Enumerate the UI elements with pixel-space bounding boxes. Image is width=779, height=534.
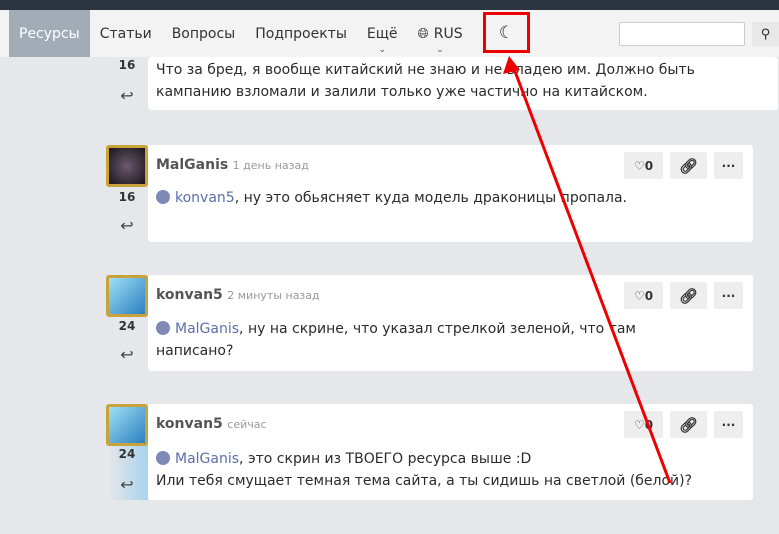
heart-icon: ♡ <box>633 288 645 303</box>
reply-icon[interactable]: ↩ <box>106 475 148 494</box>
globe-icon: 🌐︎ <box>417 25 429 42</box>
nav-resources[interactable]: Ресурсы <box>9 10 90 57</box>
search-button[interactable]: ⚲ <box>752 22 779 46</box>
comment-text: Что за бред, я вообще китайский не знаю … <box>156 62 695 100</box>
like-count: 0 <box>644 417 654 432</box>
reply-icon[interactable]: ↩ <box>106 86 148 105</box>
permalink-button[interactable]: 🔗︎ <box>670 282 707 309</box>
comment: Что за бред, я вообще китайский не знаю … <box>148 57 778 110</box>
comment-text: MalGanis, ну на скрине, что указал стрел… <box>156 318 676 362</box>
like-button[interactable]: ♡ 0 <box>624 152 663 179</box>
avatar[interactable] <box>106 145 148 187</box>
comment: MalGanis 1 день назад ♡ 0 🔗︎ ··· konvan5,… <box>148 145 753 242</box>
chevron-down-icon: ⌄ <box>436 45 444 55</box>
nav-subprojects[interactable]: Подпроекты <box>245 10 357 57</box>
reply-icon[interactable]: ↩ <box>106 216 148 235</box>
heart-icon: ♡ <box>633 417 645 432</box>
browser-top-bar <box>0 0 779 10</box>
comment-text: MalGanis, это скрин из ТВОЕГО ресурса вы… <box>156 448 736 492</box>
more-icon: ··· <box>721 417 736 432</box>
user-icon <box>156 451 170 465</box>
comment-score: 24 <box>118 447 136 461</box>
like-count: 0 <box>644 158 654 173</box>
search-input[interactable] <box>619 22 745 46</box>
theme-toggle-button[interactable]: ☾ <box>483 12 530 53</box>
comment-score: 16 <box>118 58 136 72</box>
more-button[interactable]: ··· <box>714 282 743 309</box>
more-icon: ··· <box>721 288 736 303</box>
permalink-button[interactable]: 🔗︎ <box>670 411 707 438</box>
comment-score: 24 <box>118 319 136 333</box>
avatar[interactable] <box>106 275 148 317</box>
like-count: 0 <box>644 288 654 303</box>
mention-link[interactable]: MalGanis <box>175 451 239 467</box>
like-button[interactable]: ♡ 0 <box>624 282 663 309</box>
comment-body-line2: Или тебя смущает темная тема сайта, а ты… <box>156 473 693 489</box>
comment-time: 2 минуты назад <box>227 289 320 302</box>
mention-link[interactable]: MalGanis <box>175 321 239 337</box>
user-icon <box>156 321 170 335</box>
comment-time: сейчас <box>227 418 267 431</box>
comment-score: 16 <box>118 190 136 204</box>
more-button[interactable]: ··· <box>714 152 743 179</box>
user-icon <box>156 190 170 204</box>
chevron-down-icon: ⌄ <box>378 45 386 55</box>
search-icon: ⚲ <box>760 26 771 42</box>
nav-questions[interactable]: Вопросы <box>162 10 246 57</box>
comment: konvan5 2 минуты назад ♡ 0 🔗︎ ··· MalGani… <box>148 275 753 371</box>
link-icon: 🔗︎ <box>678 286 699 305</box>
nav-language-label: RUS <box>433 25 463 42</box>
comment-text: konvan5, ну это обьясняет куда модель др… <box>156 187 736 209</box>
avatar[interactable] <box>106 404 148 446</box>
comment-author[interactable]: konvan5 <box>156 287 223 303</box>
comment-author[interactable]: MalGanis <box>156 157 228 173</box>
link-icon: 🔗︎ <box>678 156 699 175</box>
nav-more-label: Ещё <box>366 25 398 42</box>
nav-language[interactable]: 🌐︎ RUS ⌄ <box>408 10 473 57</box>
moon-icon: ☾ <box>498 22 515 43</box>
nav-articles[interactable]: Статьи <box>90 10 162 57</box>
comment-body: , ну это обьясняет куда модель драконицы… <box>234 190 627 206</box>
nav-more[interactable]: Ещё ⌄ <box>357 10 408 57</box>
comment-time: 1 день назад <box>232 159 309 172</box>
comment: konvan5 сейчас ♡ 0 🔗︎ ··· MalGanis, это с… <box>148 404 753 500</box>
heart-icon: ♡ <box>633 158 645 173</box>
comment-body: , это скрин из ТВОЕГО ресурса выше :D <box>239 451 532 467</box>
like-button[interactable]: ♡ 0 <box>624 411 663 438</box>
comment-author[interactable]: konvan5 <box>156 416 223 432</box>
mention-link[interactable]: konvan5 <box>175 190 235 206</box>
link-icon: 🔗︎ <box>678 415 699 434</box>
more-icon: ··· <box>721 158 736 173</box>
more-button[interactable]: ··· <box>714 411 743 438</box>
reply-icon[interactable]: ↩ <box>106 345 148 364</box>
permalink-button[interactable]: 🔗︎ <box>670 152 707 179</box>
